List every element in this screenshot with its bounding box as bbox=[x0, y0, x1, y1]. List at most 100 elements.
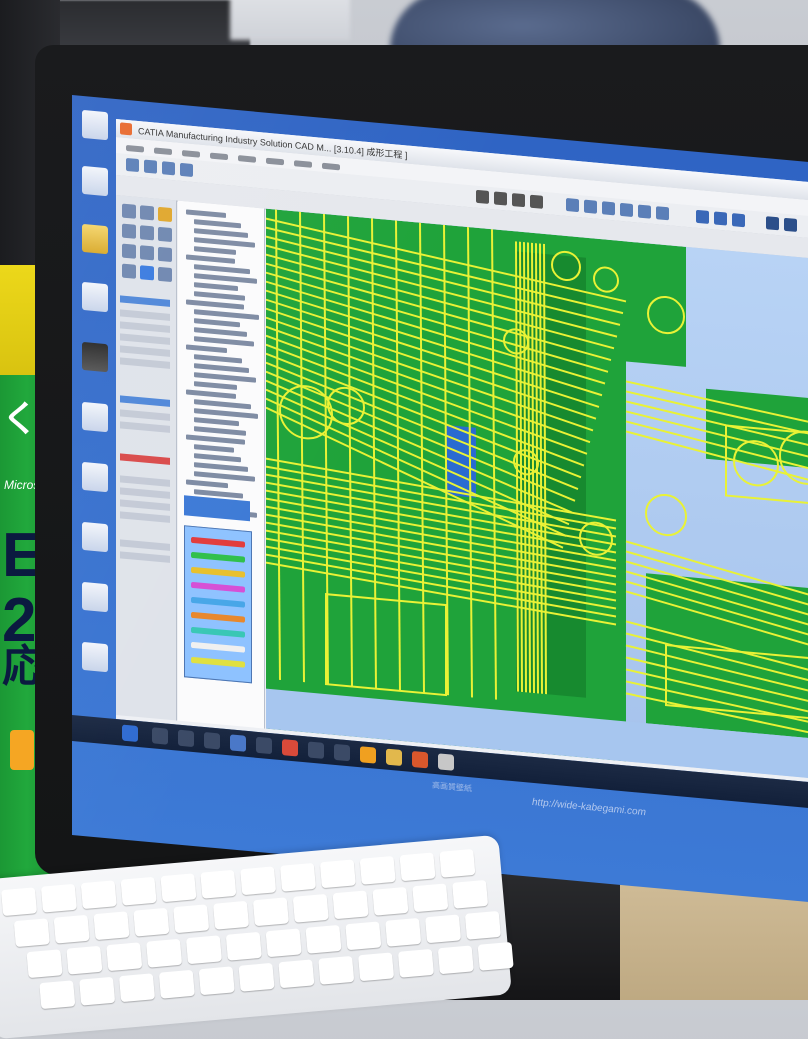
taskbar-app-icon[interactable] bbox=[152, 727, 168, 745]
tree-item[interactable] bbox=[194, 453, 241, 463]
tool-icon[interactable] bbox=[158, 226, 172, 243]
close-icon[interactable] bbox=[530, 194, 543, 209]
panel-row[interactable] bbox=[120, 409, 170, 421]
taskbar-app-icon[interactable] bbox=[308, 741, 324, 759]
taskbar-app-icon[interactable] bbox=[412, 750, 428, 769]
taskbar-app-icon[interactable] bbox=[204, 732, 220, 750]
panel-row[interactable] bbox=[120, 511, 170, 523]
cube-icon[interactable] bbox=[714, 211, 727, 226]
tree-item[interactable] bbox=[194, 318, 240, 328]
menu-item[interactable] bbox=[238, 155, 256, 163]
folder-icon[interactable] bbox=[82, 223, 108, 255]
view-button[interactable] bbox=[638, 204, 651, 219]
tool-icon[interactable] bbox=[122, 203, 136, 219]
tree-item[interactable] bbox=[194, 399, 251, 410]
tree-item[interactable] bbox=[194, 426, 246, 436]
tree-item[interactable] bbox=[194, 462, 248, 473]
tool-icon[interactable] bbox=[158, 246, 172, 263]
document-icon[interactable] bbox=[82, 521, 108, 553]
menu-item[interactable] bbox=[322, 162, 340, 171]
zoom-icon[interactable] bbox=[476, 189, 489, 204]
toolbar-button[interactable] bbox=[162, 161, 175, 176]
document-icon[interactable] bbox=[82, 461, 108, 493]
folder-icon[interactable] bbox=[386, 748, 402, 767]
tree-item[interactable] bbox=[194, 246, 236, 255]
browser-icon[interactable] bbox=[230, 734, 246, 752]
view-button[interactable] bbox=[602, 201, 615, 216]
document-icon[interactable] bbox=[82, 281, 108, 313]
keyboard-key bbox=[66, 945, 103, 975]
panel-row[interactable] bbox=[120, 309, 170, 321]
start-icon[interactable] bbox=[122, 724, 138, 743]
panel-row[interactable] bbox=[120, 345, 170, 357]
tree-item[interactable] bbox=[186, 344, 227, 354]
redo-icon[interactable] bbox=[784, 217, 797, 232]
tool-icon[interactable] bbox=[140, 265, 154, 281]
tree-item[interactable] bbox=[186, 299, 244, 310]
tree-item[interactable] bbox=[194, 291, 245, 301]
view-button[interactable] bbox=[566, 197, 579, 213]
document-icon[interactable] bbox=[82, 641, 108, 673]
tree-item[interactable] bbox=[186, 254, 235, 264]
tool-icon[interactable] bbox=[158, 206, 172, 223]
cube-icon[interactable] bbox=[696, 209, 709, 224]
menu-item[interactable] bbox=[266, 157, 284, 166]
menu-item[interactable] bbox=[294, 160, 312, 168]
tree-item[interactable] bbox=[194, 228, 248, 239]
toolbar-button[interactable] bbox=[144, 159, 157, 174]
view-button[interactable] bbox=[584, 199, 597, 214]
tree-item[interactable] bbox=[186, 479, 228, 489]
undo-icon[interactable] bbox=[766, 216, 779, 231]
document-icon[interactable] bbox=[82, 581, 108, 613]
panel-row[interactable] bbox=[120, 475, 170, 487]
panel-row[interactable] bbox=[120, 487, 170, 499]
document-icon[interactable] bbox=[82, 401, 108, 433]
taskbar-app-icon[interactable] bbox=[438, 753, 454, 771]
tree-item[interactable] bbox=[194, 282, 238, 292]
panel-row[interactable] bbox=[120, 321, 170, 333]
taskbar-app-icon[interactable] bbox=[178, 729, 194, 748]
menu-item[interactable] bbox=[126, 144, 144, 153]
tree-item[interactable] bbox=[194, 327, 247, 337]
toolbar-button[interactable] bbox=[180, 162, 193, 178]
tool-icon[interactable] bbox=[158, 266, 172, 283]
active-app-icon[interactable] bbox=[360, 746, 376, 764]
recycle-bin-icon[interactable] bbox=[82, 165, 108, 197]
tree-item[interactable] bbox=[186, 389, 236, 399]
menu-item[interactable] bbox=[154, 147, 172, 156]
menu-item[interactable] bbox=[210, 152, 228, 161]
panel-row[interactable] bbox=[120, 421, 170, 433]
cad-viewport[interactable] bbox=[266, 208, 808, 783]
cube-icon[interactable] bbox=[732, 213, 745, 228]
zoom-icon[interactable] bbox=[512, 193, 525, 208]
panel-row[interactable] bbox=[120, 357, 170, 369]
toolbar-button[interactable] bbox=[126, 157, 139, 173]
tool-icon[interactable] bbox=[140, 225, 154, 241]
panel-row[interactable] bbox=[120, 539, 170, 551]
menu-item[interactable] bbox=[182, 150, 200, 158]
taskbar-app-icon[interactable] bbox=[334, 743, 350, 762]
panel-row[interactable] bbox=[120, 333, 170, 345]
taskbar-app-icon[interactable] bbox=[256, 736, 272, 755]
zoom-icon[interactable] bbox=[494, 191, 507, 206]
tree-item[interactable] bbox=[194, 444, 234, 453]
view-button[interactable] bbox=[620, 202, 633, 218]
tree-item[interactable] bbox=[194, 354, 242, 364]
tree-item[interactable] bbox=[194, 219, 241, 229]
tree-item[interactable] bbox=[194, 363, 249, 374]
panel-row[interactable] bbox=[120, 499, 170, 511]
tool-icon[interactable] bbox=[140, 245, 154, 261]
view-button[interactable] bbox=[656, 206, 669, 221]
pc-icon[interactable] bbox=[82, 109, 108, 141]
tool-icon[interactable] bbox=[122, 243, 136, 259]
user-icon[interactable] bbox=[82, 341, 108, 373]
tool-icon[interactable] bbox=[140, 205, 154, 221]
office-icon[interactable] bbox=[282, 739, 298, 757]
panel-row[interactable] bbox=[120, 551, 170, 563]
tool-icon[interactable] bbox=[122, 263, 136, 279]
tree-item[interactable] bbox=[194, 381, 237, 391]
tree-item[interactable] bbox=[194, 264, 250, 275]
tool-icon[interactable] bbox=[122, 223, 136, 239]
tree-item[interactable] bbox=[194, 417, 239, 427]
tree-item[interactable] bbox=[186, 209, 226, 219]
